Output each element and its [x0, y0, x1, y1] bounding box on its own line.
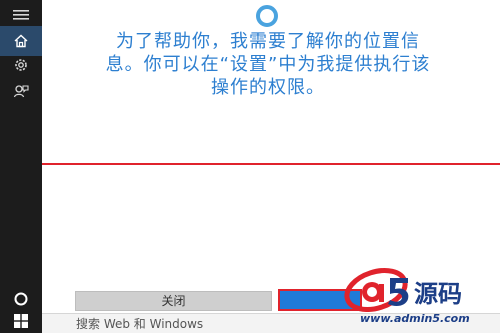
- close-button[interactable]: 关闭: [75, 291, 272, 311]
- watermark: 源码 www.admin5.com: [342, 266, 492, 330]
- cortana-logo-icon: [256, 5, 278, 27]
- cortana-circle-icon: [14, 292, 28, 306]
- menu-icon: [13, 10, 29, 20]
- cortana-sidebar: [0, 0, 42, 333]
- watermark-url: www.admin5.com: [360, 312, 470, 325]
- permission-message: 为了帮助你，我需要了解你的位置信息。你可以在“设置”中为我提供执行该操作的权限。: [105, 31, 431, 98]
- windows-start-icon: [14, 313, 28, 328]
- search-placeholder: 搜索 Web 和 Windows: [76, 317, 204, 331]
- red-divider-line: [42, 163, 500, 165]
- cortana-panel: 为了帮助你，我需要了解你的位置信息。你可以在“设置”中为我提供执行该操作的权限。…: [42, 0, 500, 333]
- svg-text:源码: 源码: [414, 280, 462, 308]
- sidebar-item-feedback[interactable]: [0, 76, 42, 106]
- a5-logo: 源码: [344, 268, 462, 312]
- gear-icon: [15, 59, 27, 71]
- start-button[interactable]: [0, 308, 42, 333]
- home-icon: [14, 34, 28, 48]
- feedback-icon: [13, 85, 29, 98]
